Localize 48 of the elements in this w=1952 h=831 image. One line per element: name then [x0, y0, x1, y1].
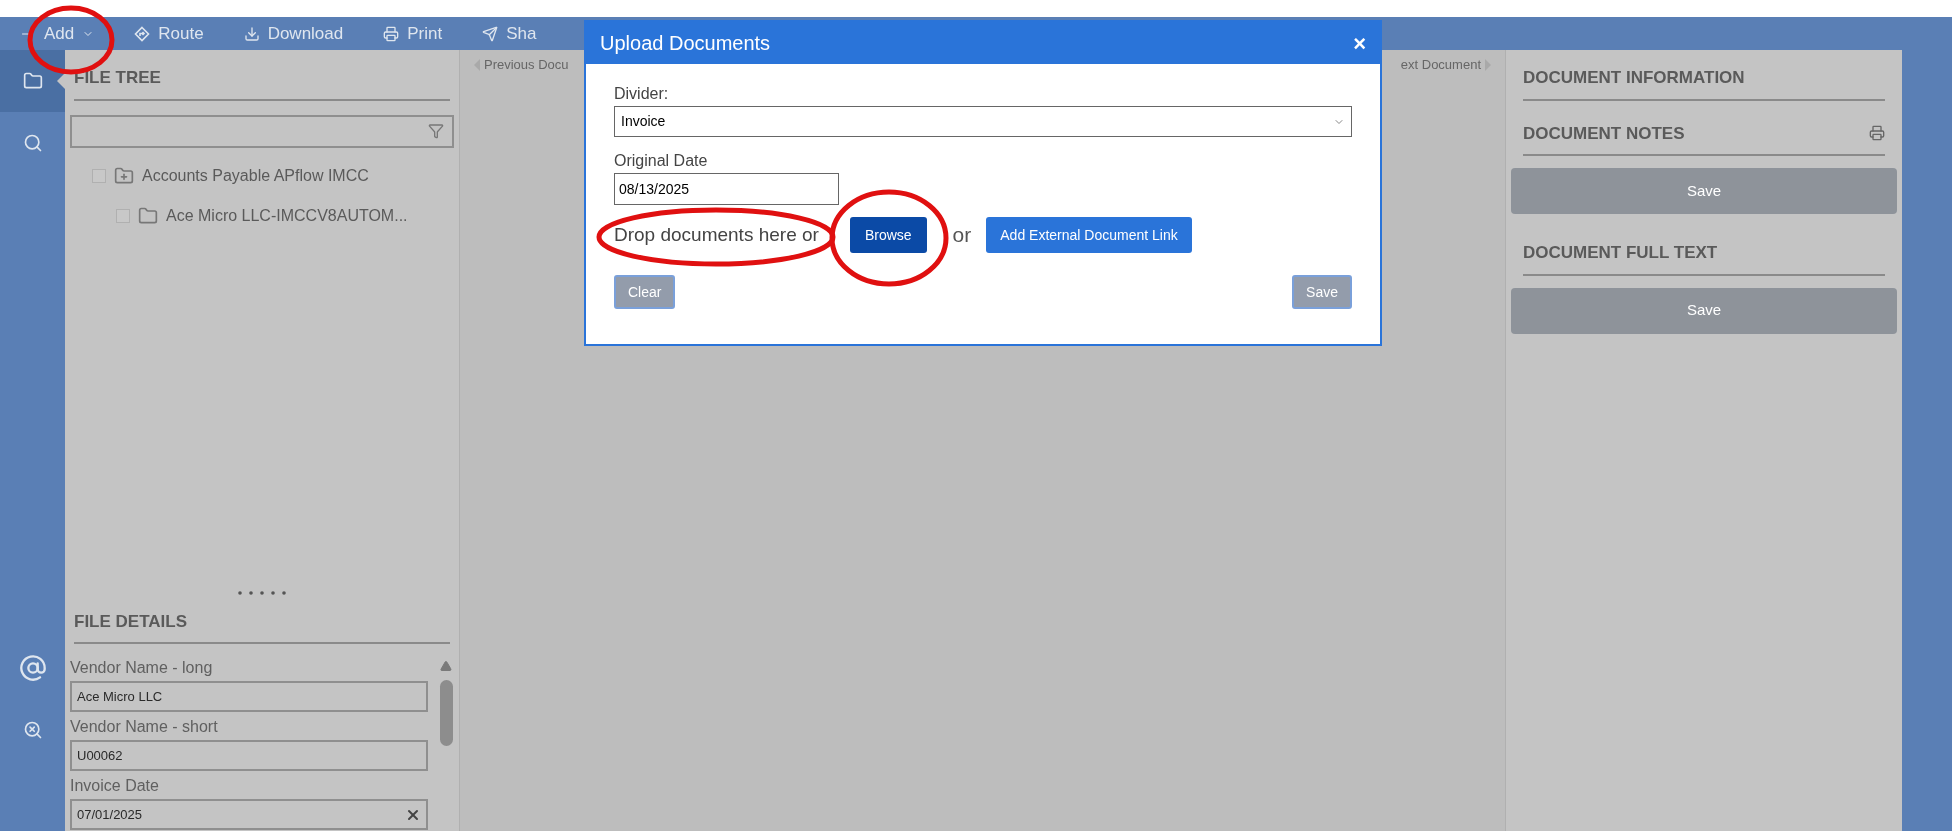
- search-icon: [22, 720, 43, 740]
- field-label: Divider:: [614, 84, 670, 104]
- printer-icon: [383, 25, 400, 42]
- close-button[interactable]: ×: [1353, 26, 1366, 60]
- panel-title: FILE DETAILS: [74, 611, 187, 631]
- drop-zone-text: Drop documents here or: [614, 222, 819, 247]
- toolbar-button[interactable]: Print: [383, 20, 443, 47]
- browse-button[interactable]: Browse: [849, 217, 927, 253]
- send-icon: [482, 25, 499, 42]
- next-document-button[interactable]: ext Document: [1400, 55, 1491, 75]
- field-label: Vendor Name - short: [70, 717, 219, 737]
- field-label: Invoice Date: [70, 776, 160, 796]
- text-field[interactable]: 07/01/2025: [70, 799, 428, 830]
- save-button[interactable]: Save: [1511, 168, 1897, 214]
- route-icon: [134, 25, 151, 42]
- filter-icon: [428, 123, 444, 139]
- section-title: DOCUMENT NOTES: [1523, 122, 1685, 145]
- filter-field[interactable]: [70, 114, 454, 148]
- or-text: or: [952, 222, 972, 249]
- date-field[interactable]: 08/13/2025: [614, 173, 839, 205]
- printer-icon[interactable]: [1869, 125, 1885, 142]
- tree-checkbox[interactable]: [116, 208, 130, 223]
- dialog-title: Upload Documents: [600, 31, 771, 56]
- folder-icon: [22, 71, 43, 91]
- toolbar-button[interactable]: Download: [243, 20, 344, 47]
- section-title: DOCUMENT INFORMATION: [1523, 67, 1745, 89]
- scroll-up-icon[interactable]: [440, 660, 452, 672]
- tree-item-label[interactable]: Ace Micro LLC-IMCCV8AUTOM...: [166, 203, 408, 228]
- divider-select[interactable]: Invoice: [614, 106, 1352, 137]
- download-icon: [243, 25, 260, 42]
- external-link-button[interactable]: Add External Document Link: [986, 217, 1192, 253]
- previous-document-button[interactable]: Previous Docu: [474, 55, 569, 75]
- folder-plus-icon: [114, 165, 134, 186]
- section-title: DOCUMENT FULL TEXT: [1523, 242, 1718, 264]
- tree-item-label[interactable]: Accounts Payable APflow IMCC: [142, 163, 369, 188]
- search-icon: [22, 133, 43, 153]
- text-field[interactable]: U00062: [70, 740, 428, 771]
- text-field[interactable]: Ace Micro LLC: [70, 681, 428, 712]
- save-button[interactable]: Save: [1511, 287, 1897, 334]
- tree-checkbox[interactable]: [92, 168, 106, 183]
- field-label: Original Date: [614, 151, 709, 171]
- toolbar-button[interactable]: Sha: [482, 20, 537, 47]
- drag-handle-icon: [237, 590, 287, 595]
- sidebar-button[interactable]: [0, 50, 65, 112]
- field-label: Vendor Name - long: [70, 658, 214, 678]
- at-sign-icon: [18, 654, 47, 682]
- folder-icon: [138, 205, 158, 226]
- toolbar-button[interactable]: Route: [134, 20, 204, 47]
